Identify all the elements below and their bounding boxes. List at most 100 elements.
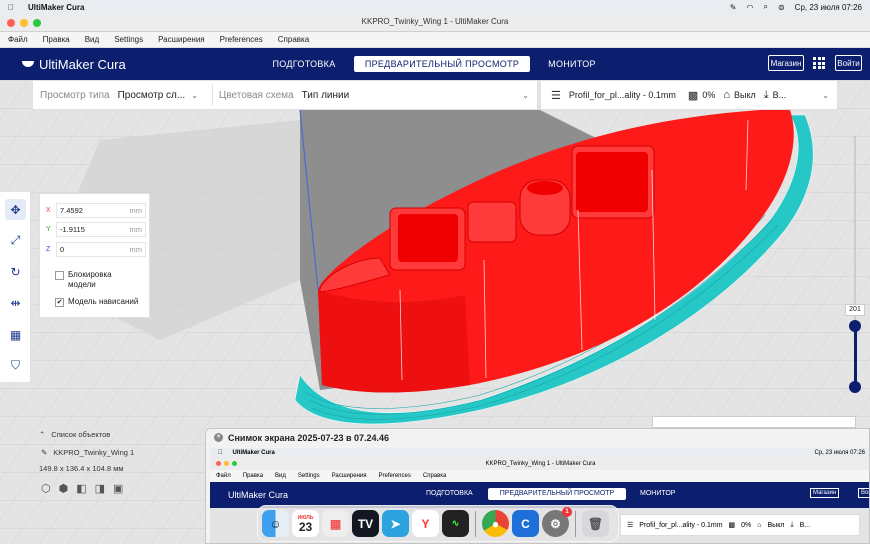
menu-help[interactable]: Справка — [278, 35, 309, 44]
layer-slider-range — [854, 324, 857, 386]
layer-slider-upper-handle[interactable] — [849, 320, 861, 332]
menu-extensions[interactable]: Расширения — [158, 35, 205, 44]
tab-preview[interactable]: ПРЕДВАРИТЕЛЬНЫЙ ПРОСМОТР — [354, 56, 530, 72]
rotate-tool-icon[interactable]: ↻ — [5, 261, 26, 282]
object-list-item[interactable]: ✎ KKPRO_Twinky_Wing 1 — [41, 448, 134, 457]
inner-logo: UltiMaker Cura — [228, 490, 289, 500]
move-tool-icon[interactable]: ✥ — [5, 199, 26, 220]
layer-slider-value[interactable]: 201 — [845, 304, 865, 316]
finder-icon[interactable]: ☺ — [262, 510, 289, 537]
object-list-title: Список объектов — [51, 430, 111, 439]
lock-model-box[interactable] — [55, 271, 64, 280]
screenshot-titlebar: × Снимок экрана 2025-07-23 в 07.24.46 — [206, 429, 869, 446]
wifi-status-icon[interactable]: ◠ — [747, 3, 754, 12]
inner-signin: Войти — [858, 488, 869, 498]
calendar-icon[interactable]: ИЮЛЬ 23 — [292, 510, 319, 537]
tab-prepare[interactable]: ПОДГОТОВКА — [262, 56, 346, 72]
menu-preferences[interactable]: Preferences — [220, 35, 263, 44]
inner-tab-prepare: ПОДГОТОВКА — [426, 490, 473, 497]
z-axis-label: Z — [46, 246, 51, 253]
menu-file[interactable]: Файл — [8, 35, 28, 44]
yandex-browser-icon[interactable]: Y — [412, 510, 439, 537]
close-preview-icon[interactable]: × — [214, 433, 223, 442]
status-tray-icon[interactable]: ✎ — [730, 3, 737, 12]
inner-infill: 0% — [741, 521, 752, 529]
view-type-chevron-icon[interactable]: ⌄ — [191, 91, 198, 100]
marketplace-button[interactable]: Магазин — [768, 55, 804, 71]
x-coordinate-row: X 7.4592 mm — [46, 203, 146, 218]
inner-tab-preview: ПРЕДВАРИТЕЛЬНЫЙ ПРОСМОТР — [488, 488, 626, 500]
top-view-icon[interactable]: ◧ — [76, 482, 86, 495]
right-view-icon[interactable]: ▣ — [113, 482, 123, 495]
menu-view[interactable]: Вид — [85, 35, 99, 44]
y-coordinate-input[interactable]: -1.9115 mm — [56, 222, 146, 237]
view-type-label: Просмотр типа — [40, 89, 110, 101]
system-settings-icon[interactable]: ⚙ 1 — [542, 507, 572, 537]
signin-button[interactable]: Войти — [835, 55, 862, 71]
inner-menu-extensions: Расширения — [331, 473, 367, 479]
z-value: 0 — [60, 245, 65, 254]
color-scheme-chevron-icon[interactable]: ⌄ — [522, 91, 529, 100]
inner-profile: Profil_for_pl...ality - 0.1mm — [639, 521, 723, 529]
drop-to-buildplate-checkbox[interactable]: ✔ Модель нависаний — [55, 297, 138, 307]
trash-icon[interactable]: 🗑 — [582, 510, 609, 537]
lock-model-label: Блокировка модели — [68, 270, 112, 289]
color-scheme-dropdown[interactable]: Тип линии — [302, 90, 350, 101]
cura-header: UltiMaker Cura ПОДГОТОВКА ПРЕДВАРИТЕЛЬНЫ… — [0, 48, 870, 80]
object-list-header[interactable]: ⌃ Список объектов — [39, 430, 110, 439]
menu-settings[interactable]: Settings — [114, 35, 143, 44]
infill-value: 0% — [702, 90, 716, 100]
adhesion-icon: ⤓ — [763, 88, 769, 101]
per-model-settings-icon[interactable]: ▦ — [5, 324, 26, 345]
menu-edit[interactable]: Правка — [43, 35, 70, 44]
infill-icon: ▩ — [687, 89, 699, 102]
drop-to-buildplate-label: Модель нависаний — [68, 297, 139, 306]
lock-model-checkbox[interactable]: Блокировка модели — [55, 270, 135, 290]
menubar-app-name[interactable]: UltiMaker Cura — [28, 3, 84, 12]
z-coordinate-input[interactable]: 0 mm — [56, 242, 146, 257]
front-view-icon[interactable]: ⬢ — [59, 482, 69, 495]
scale-tool-icon[interactable]: ⤢ — [5, 230, 26, 251]
view-type-dropdown[interactable]: Просмотр сл... — [118, 90, 186, 101]
layer-slider-lower-handle[interactable] — [849, 381, 861, 393]
inner-traffic-lights — [216, 461, 237, 466]
control-center-icon[interactable]: ⊜ — [778, 3, 785, 12]
telegram-icon[interactable]: ➤ — [382, 510, 409, 537]
inner-app-name: UltiMaker Cura — [228, 450, 275, 456]
inner-menu-help: Справка — [422, 473, 447, 479]
left-view-icon[interactable]: ◨ — [95, 482, 105, 495]
mirror-tool-icon[interactable]: ⇹ — [5, 292, 26, 313]
cura-icon[interactable]: C — [512, 510, 539, 537]
adhesion-value: В... — [772, 90, 787, 100]
x-coordinate-input[interactable]: 7.4592 mm — [56, 203, 146, 218]
launchpad-icon[interactable]: ▦ — [322, 510, 349, 537]
support-blocker-icon[interactable]: ⛉ — [5, 355, 26, 376]
drop-to-buildplate-box[interactable]: ✔ — [55, 298, 64, 307]
inner-titlebar: KKPRO_Twinky_Wing 1 - UltiMaker Cura — [210, 458, 869, 470]
layer-slider[interactable]: 201 — [845, 136, 865, 398]
print-settings-bar[interactable]: ☰ Profil_for_pl...ality - 0.1mm ▩ 0% ⌂ В… — [540, 80, 838, 110]
tradingview-icon[interactable]: TV — [352, 510, 379, 537]
x-unit: mm — [129, 206, 143, 215]
object-name: KKPRO_Twinky_Wing 1 — [53, 448, 135, 457]
apps-grid-icon[interactable] — [813, 57, 825, 69]
activity-monitor-icon[interactable]: ∿ — [442, 510, 469, 537]
inner-menu-view: Вид — [275, 473, 286, 479]
settings-badge: 1 — [562, 507, 572, 517]
view-settings-bar: Просмотр типа Просмотр сл... ⌄ Цветовая … — [32, 80, 538, 110]
y-unit: mm — [129, 225, 143, 234]
object-dimensions: 149.8 x 136.4 x 104.8 мм — [39, 464, 124, 473]
ultimaker-logo-icon — [22, 59, 34, 71]
search-icon[interactable]: ⌕ — [763, 2, 767, 12]
3d-view-icon[interactable]: ⬡ — [41, 482, 51, 495]
move-tool-panel: X 7.4592 mm Y -1.9115 mm Z 0 mm Блокиров… — [39, 193, 150, 318]
apple-icon[interactable]:  — [8, 3, 14, 12]
dock-separator-2 — [575, 510, 576, 537]
print-settings-chevron-icon[interactable]: ⌄ — [822, 91, 829, 100]
menubar-datetime[interactable]: Ср, 23 июля 07:26 — [795, 3, 862, 12]
chevron-up-icon[interactable]: ⌃ — [39, 430, 45, 439]
inner-window-title: KKPRO_Twinky_Wing 1 - UltiMaker Cura — [485, 461, 596, 467]
chrome-icon[interactable]: ● — [482, 510, 509, 537]
tab-monitor[interactable]: МОНИТОР — [540, 56, 604, 72]
tool-panel: ✥ ⤢ ↻ ⇹ ▦ ⛉ — [0, 192, 31, 382]
